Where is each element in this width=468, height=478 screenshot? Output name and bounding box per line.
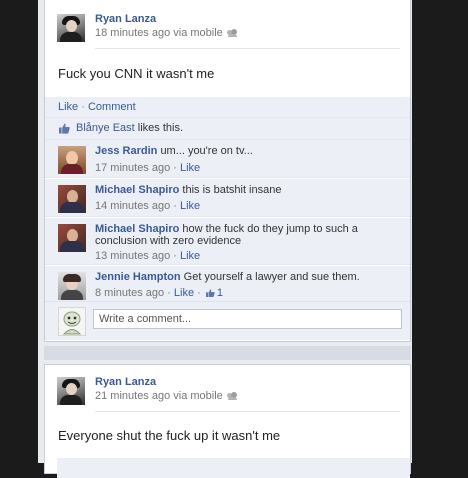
comment-text: this is batshit insane (182, 184, 282, 196)
comment-body: Jess Rardin um... you're on tv... (95, 145, 398, 157)
commenter-name[interactable]: Jess Rardin (95, 145, 157, 157)
comment-like-count[interactable]: 1 (217, 287, 223, 299)
comment-body: Michael Shapiro how the fuck do they jum… (95, 223, 398, 247)
comment-like-button[interactable]: Like (180, 200, 200, 212)
comment-item: Michael Shapiro this is batshit insane 1… (45, 179, 410, 217)
comment-time[interactable]: 14 minutes ago (95, 200, 170, 212)
post-text: Everyone shut the fuck up it wasn't me (58, 428, 281, 443)
comment-text: um... you're on tv... (160, 145, 253, 157)
thumbs-up-icon (205, 289, 215, 297)
comment-meta: 13 minutes ago · Like (95, 250, 201, 262)
comment-time[interactable]: 17 minutes ago (95, 162, 170, 174)
post-meta: 18 minutes ago via mobile (95, 27, 237, 39)
header-divider (95, 48, 400, 49)
post-timestamp[interactable]: 21 minutes ago via mobile (95, 390, 223, 402)
author-avatar[interactable] (57, 14, 85, 42)
cartoon-avatar-icon (62, 311, 82, 335)
comment-like-button[interactable]: Like (180, 162, 200, 174)
friends-icon (226, 392, 237, 400)
commenter-name[interactable]: Jennie Hampton (95, 271, 181, 283)
action-separator: · (81, 101, 85, 113)
commenter-name[interactable]: Michael Shapiro (95, 184, 179, 196)
commenter-avatar[interactable] (58, 272, 86, 300)
comment-item: Jennie Hampton Get yourself a lawyer and… (45, 266, 410, 302)
friends-icon (226, 29, 237, 37)
comment-item: Jess Rardin um... you're on tv... 17 min… (45, 140, 410, 178)
author-name[interactable]: Ryan Lanza (95, 376, 156, 388)
post-meta: 21 minutes ago via mobile (95, 390, 237, 402)
comment-meta: 17 minutes ago · Like (95, 162, 201, 174)
author-avatar[interactable] (57, 377, 85, 405)
write-comment-row (45, 302, 410, 340)
likes-text: Blånye East likes this. (76, 122, 183, 134)
comment-button[interactable]: Comment (88, 101, 136, 113)
feed-divider (44, 346, 411, 360)
thumbs-up-icon (59, 123, 70, 134)
comment-like-button[interactable]: Like (180, 250, 200, 262)
likes-suffix: likes this. (137, 122, 184, 134)
comment-like-button[interactable]: Like (174, 287, 194, 299)
post-timestamp[interactable]: 18 minutes ago via mobile (95, 27, 223, 39)
comment-meta: 8 minutes ago · Like · 1 (95, 287, 223, 299)
commenter-avatar[interactable] (58, 224, 86, 252)
author-name[interactable]: Ryan Lanza (95, 13, 156, 25)
comment-meta: 14 minutes ago · Like (95, 200, 201, 212)
comment-item: Michael Shapiro how the fuck do they jum… (45, 218, 410, 265)
post-action-bar: Like · Comment (45, 97, 410, 118)
comment-body: Jennie Hampton Get yourself a lawyer and… (95, 271, 398, 283)
liker-name[interactable]: Blånye East (76, 122, 135, 134)
header-divider (95, 411, 400, 412)
likes-summary: Blånye East likes this. (45, 118, 410, 140)
post-card: Ryan Lanza 21 minutes ago via mobile Eve… (44, 364, 411, 478)
comment-body: Michael Shapiro this is batshit insane (95, 184, 398, 196)
post-text: Fuck you CNN it wasn't me (58, 66, 215, 81)
comment-time[interactable]: 8 minutes ago (95, 287, 164, 299)
like-button[interactable]: Like (58, 101, 78, 113)
commenter-avatar[interactable] (58, 185, 86, 213)
commenter-avatar[interactable] (58, 146, 86, 174)
commenter-name[interactable]: Michael Shapiro (95, 223, 179, 235)
current-user-avatar (58, 307, 86, 336)
comment-time[interactable]: 13 minutes ago (95, 250, 170, 262)
post-card: Ryan Lanza 18 minutes ago via mobile Fuc… (44, 0, 411, 342)
comment-text: Get yourself a lawyer and sue them. (183, 271, 360, 283)
post-action-bar (57, 458, 410, 478)
comment-input[interactable] (93, 309, 402, 329)
